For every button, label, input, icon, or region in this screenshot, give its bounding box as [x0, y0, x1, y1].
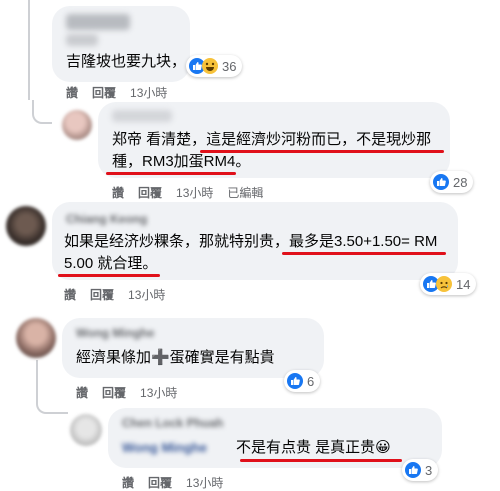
reaction-badge[interactable]: 28	[430, 171, 474, 193]
commenter-name[interactable]: Chen Lock Phuah	[122, 416, 223, 430]
comment-text: 種，RM3加蛋RM4。	[112, 153, 251, 170]
avatar[interactable]	[62, 110, 92, 140]
reply-link[interactable]: 回覆	[148, 476, 172, 490]
highlight-underline	[240, 459, 402, 462]
like-icon	[405, 462, 421, 478]
like-icon	[433, 174, 449, 190]
reaction-badge[interactable]: 14	[420, 273, 477, 295]
like-link[interactable]: 讚	[76, 386, 88, 400]
avatar[interactable]	[70, 414, 102, 446]
comment-text: 5.00 就合理。	[64, 255, 158, 272]
reply-link[interactable]: 回覆	[90, 288, 114, 302]
highlight-underline	[58, 274, 160, 277]
reaction-count: 14	[456, 276, 471, 292]
commenter-name[interactable]: Chiang Keong	[66, 212, 147, 226]
comment-text: 經濟果條加➕蛋確實是有點貴	[76, 349, 275, 366]
thread-line	[28, 0, 44, 100]
edited-label: 已編輯	[227, 186, 264, 200]
timestamp[interactable]: 13小時	[130, 86, 167, 100]
highlight-underline	[106, 172, 236, 175]
reply-link[interactable]: 回覆	[102, 386, 126, 400]
reaction-badge[interactable]: 36	[186, 55, 243, 77]
like-link[interactable]: 讚	[64, 288, 76, 302]
commenter-name[interactable]: Wong Minghe	[76, 326, 154, 340]
reaction-count: 6	[307, 373, 315, 389]
timestamp[interactable]: 13小時	[140, 386, 177, 400]
comment-actions: 讚回覆 13小時	[122, 474, 237, 491]
reaction-count: 36	[222, 58, 237, 74]
commenter-name[interactable]	[112, 110, 172, 122]
comment-actions: 讚回覆 13小時	[64, 286, 179, 303]
like-link[interactable]: 讚	[112, 186, 124, 200]
timestamp[interactable]: 13小時	[176, 186, 213, 200]
like-link[interactable]: 讚	[66, 86, 78, 100]
reaction-badge[interactable]: 6	[284, 370, 321, 392]
commenter-name[interactable]	[66, 14, 130, 30]
thread-line	[32, 100, 52, 124]
avatar[interactable]	[16, 318, 56, 358]
timestamp[interactable]: 13小時	[128, 288, 165, 302]
comment-text: 不是有点贵 是真正贵😀	[236, 439, 391, 456]
like-icon	[287, 373, 303, 389]
reaction-count: 3	[425, 462, 433, 478]
comment-actions: 讚回覆 13小時	[66, 84, 181, 101]
highlight-underline	[282, 252, 446, 255]
comment-actions: 讚回覆 13小時	[76, 384, 191, 401]
mention-link[interactable]: Wong Minghe	[122, 440, 207, 455]
comment-actions: 讚回覆 13小時 已編輯	[112, 184, 277, 201]
reply-link[interactable]: 回覆	[138, 186, 162, 200]
reaction-badge[interactable]: 3	[402, 459, 439, 481]
avatar[interactable]	[6, 206, 46, 246]
timestamp[interactable]: 13小時	[186, 476, 223, 490]
commenter-name[interactable]	[66, 34, 98, 46]
reaction-count: 28	[453, 174, 468, 190]
sad-icon	[436, 276, 452, 292]
reply-link[interactable]: 回覆	[92, 86, 116, 100]
comment-text: 如果是经济炒粿条，那就特别贵，最多是3.50+1.50= RM	[64, 233, 438, 250]
highlight-underline	[200, 150, 444, 153]
like-link[interactable]: 讚	[122, 476, 134, 490]
comment-text: 吉隆坡也要九块，	[66, 53, 187, 70]
haha-icon	[202, 58, 218, 74]
comment-text: 郑帝 看清楚，這是經濟炒河粉而已，不是現炒那	[112, 131, 432, 148]
